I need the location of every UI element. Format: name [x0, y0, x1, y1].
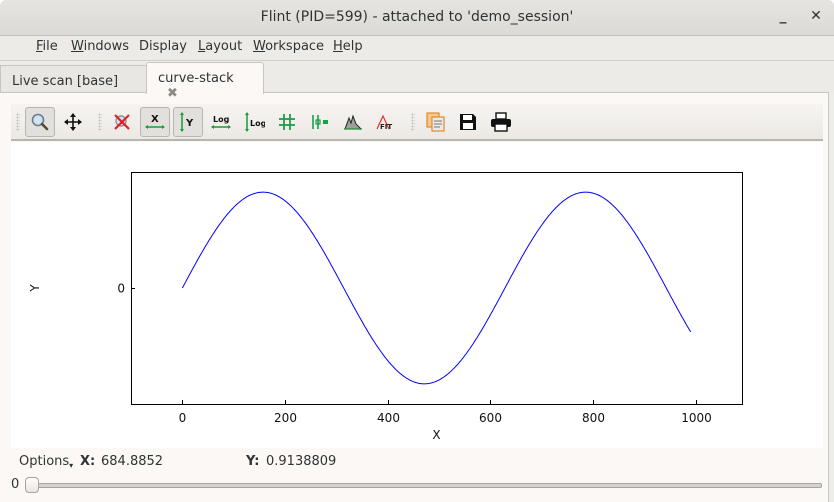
tab-live-scan[interactable]: Live scan [base]: [0, 65, 147, 93]
close-icon: ✕: [810, 8, 822, 24]
reset-zoom-button[interactable]: [107, 107, 137, 137]
y-autoscale-label: Y: [185, 118, 194, 129]
y-axis: 0: [117, 282, 135, 296]
toolbar-separator: [98, 113, 102, 131]
x-tick-label: 1000: [681, 411, 712, 425]
y-tick-label: 0: [117, 282, 125, 296]
menu-file[interactable]: File: [36, 39, 58, 54]
tab-live-scan-label: Live scan [base]: [12, 74, 119, 89]
minimize-icon: _: [779, 8, 787, 24]
frame-slider-row: 0: [0, 473, 829, 502]
toolbar-grip[interactable]: [16, 113, 20, 131]
menu-windows-mnemonic: W: [71, 39, 84, 54]
print-icon: [491, 112, 511, 132]
print-button[interactable]: [486, 107, 516, 137]
line-chart[interactable]: 0 200 400 600 800 1000 0 X Y: [11, 142, 823, 448]
title-bar[interactable]: Flint (PID=599) - attached to 'demo_sess…: [0, 0, 834, 36]
menu-workspace-label: orkspace: [265, 39, 325, 54]
plot-frame: [131, 172, 743, 405]
window-title: Flint (PID=599) - attached to 'demo_sess…: [260, 9, 574, 25]
save-icon: [460, 114, 476, 130]
zoom-mode-button[interactable]: [25, 107, 55, 137]
menu-windows-label: indows: [83, 39, 130, 54]
tab-curve-stack[interactable]: curve-stack✖: [146, 62, 264, 101]
y-log-icon: Log: [245, 112, 265, 132]
copy-icon: [426, 112, 445, 132]
close-window-button[interactable]: ✕: [806, 8, 826, 28]
dropdown-arrow-icon: ▾: [69, 461, 74, 470]
x-tick-label: 0: [179, 411, 187, 425]
slider-track[interactable]: [30, 483, 822, 488]
x-log-icon: Log: [211, 115, 231, 129]
menu-help[interactable]: Help: [333, 39, 363, 54]
options-menu-button[interactable]: Options▾: [19, 454, 73, 470]
x-autoscale-label: X: [151, 114, 159, 125]
peak-icon: [344, 114, 362, 130]
menu-display[interactable]: Display: [139, 39, 187, 54]
x-tick-label: 800: [582, 411, 605, 425]
menu-file-label: ile: [42, 39, 58, 54]
series-line-curve[interactable]: [181, 191, 692, 385]
svg-text:Log: Log: [250, 119, 265, 128]
x-axis: 0 200 400 600 800 1000: [179, 400, 712, 425]
x-autoscale-button[interactable]: X: [140, 107, 170, 137]
menu-help-label: elp: [342, 39, 363, 54]
x-tick-label: 600: [479, 411, 502, 425]
y-log-button[interactable]: Log: [239, 107, 269, 137]
pan-mode-button[interactable]: [58, 107, 88, 137]
menu-layout[interactable]: Layout: [198, 39, 242, 54]
plot-toolbar: X Y Log Log FIT: [11, 104, 823, 141]
y-coord-label: Y:: [246, 454, 260, 469]
x-axis-label: X: [432, 428, 440, 442]
magnifier-cross-icon: [114, 114, 130, 130]
move-arrows-icon: [64, 113, 82, 131]
x-tick-label: 400: [377, 411, 400, 425]
series-group: [181, 191, 692, 385]
plot-panel: X Y Log Log FIT 0 200 400 600 800 1000 0…: [0, 92, 829, 502]
menu-workspace-mnemonic: W: [253, 39, 266, 54]
options-label: Options: [19, 454, 70, 469]
x-autoscale-icon: X: [145, 114, 165, 129]
toolbar-separator: [411, 113, 415, 131]
x-log-button[interactable]: Log: [206, 107, 236, 137]
minimize-button[interactable]: _: [773, 8, 793, 28]
tab-curve-stack-label: curve-stack: [158, 71, 234, 86]
menu-display-label: Display: [139, 39, 187, 54]
save-button[interactable]: [453, 107, 483, 137]
magnifier-icon: [31, 113, 49, 131]
x-coord-value: 684.8852: [101, 454, 164, 469]
y-autoscale-icon: Y: [180, 112, 194, 132]
slider-value: 0: [11, 477, 20, 492]
fit-icon: FIT: [376, 114, 392, 131]
x-coord-label: X:: [80, 454, 96, 469]
y-autoscale-button[interactable]: Y: [173, 107, 203, 137]
x-tick-label: 200: [274, 411, 297, 425]
svg-text:Log: Log: [213, 115, 230, 124]
slider-handle[interactable]: [25, 477, 39, 493]
fit-button[interactable]: FIT: [371, 107, 401, 137]
menu-workspace[interactable]: Workspace: [253, 39, 324, 54]
tab-close-icon[interactable]: ✖: [167, 86, 178, 101]
curve-style-icon: [312, 115, 328, 129]
curve-style-button[interactable]: [305, 107, 335, 137]
grid-icon: [279, 114, 295, 130]
menu-bar: File Windows Display Layout Workspace He…: [0, 36, 834, 61]
tab-bar: Live scan [base] curve-stack✖: [0, 62, 834, 101]
plot-canvas[interactable]: 0 200 400 600 800 1000 0 X Y: [11, 142, 823, 448]
peak-stats-button[interactable]: [338, 107, 368, 137]
y-axis-label: Y: [28, 284, 42, 293]
menu-layout-label: ayout: [205, 39, 243, 54]
copy-button[interactable]: [420, 107, 450, 137]
status-bar: Options▾ X: 684.8852 Y: 0.9138809: [0, 449, 829, 473]
menu-help-mnemonic: H: [333, 39, 343, 54]
grid-button[interactable]: [272, 107, 302, 137]
y-coord-value: 0.9138809: [266, 454, 337, 469]
app-window: Flint (PID=599) - attached to 'demo_sess…: [0, 0, 834, 502]
fit-label: FIT: [380, 123, 392, 131]
menu-windows[interactable]: Windows: [71, 39, 129, 54]
